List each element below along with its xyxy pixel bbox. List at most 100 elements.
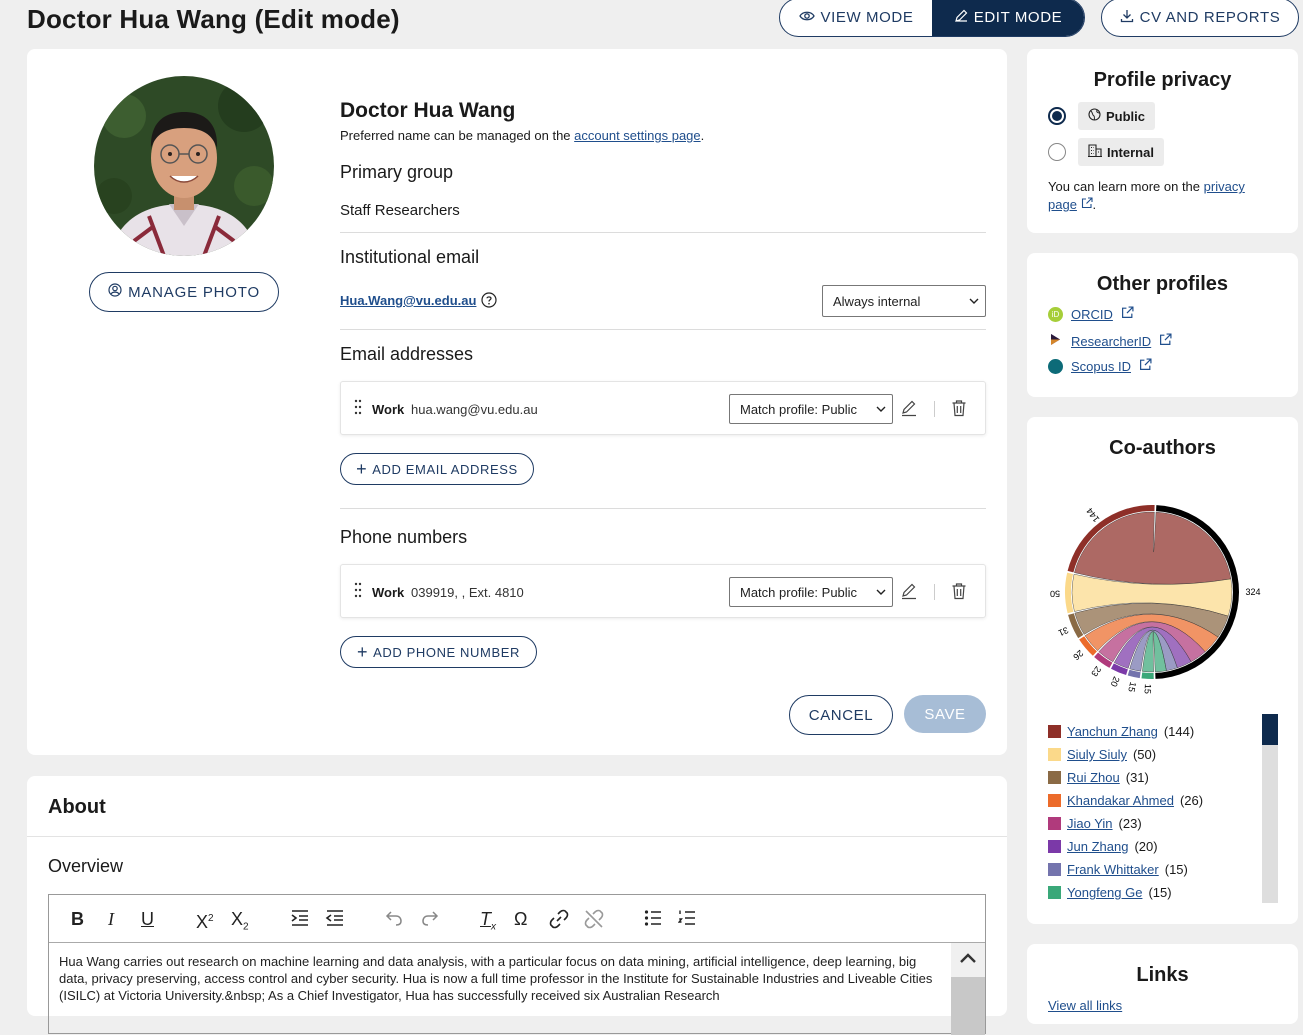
privacy-note-text: You can learn more on the bbox=[1048, 179, 1204, 194]
phone-visibility-select[interactable]: Match profile: Public bbox=[729, 577, 893, 607]
privacy-page-link[interactable]: page bbox=[1048, 197, 1077, 212]
coauthor-link[interactable]: Frank Whittaker bbox=[1067, 862, 1159, 877]
coauthor-link[interactable]: Siuly Siuly bbox=[1067, 747, 1127, 762]
public-option[interactable]: Public bbox=[1078, 102, 1156, 130]
legend-swatch bbox=[1048, 863, 1061, 876]
public-radio[interactable] bbox=[1048, 107, 1066, 125]
chevron-down-icon bbox=[876, 403, 886, 415]
scroll-thumb[interactable] bbox=[951, 977, 985, 1035]
save-button[interactable]: SAVE bbox=[904, 695, 986, 733]
scopus-link[interactable]: Scopus ID bbox=[1048, 358, 1152, 374]
orcid-label[interactable]: ORCID bbox=[1071, 307, 1113, 322]
chevron-down-icon bbox=[876, 586, 886, 598]
legend-scrollbar[interactable] bbox=[1262, 714, 1278, 903]
bold-icon[interactable]: B bbox=[71, 909, 84, 929]
editor-scrollbar[interactable] bbox=[951, 943, 985, 1035]
italic-icon[interactable]: I bbox=[108, 909, 114, 929]
chord-label: 20 bbox=[1109, 675, 1122, 688]
redo-icon[interactable] bbox=[421, 909, 439, 931]
edit-mode-button[interactable]: EDIT MODE bbox=[932, 0, 1084, 36]
email-addresses-heading: Email addresses bbox=[340, 344, 474, 364]
link-icon[interactable] bbox=[549, 909, 569, 933]
coauthor-link[interactable]: Jun Zhang bbox=[1067, 839, 1128, 854]
researcherid-link[interactable]: ResearcherID bbox=[1048, 332, 1172, 350]
researcherid-label[interactable]: ResearcherID bbox=[1071, 334, 1151, 349]
edit-pencil-icon[interactable] bbox=[901, 582, 917, 605]
manage-photo-button[interactable]: MANAGE PHOTO bbox=[89, 272, 279, 312]
phone-type: Work bbox=[372, 585, 405, 600]
chord-label: 23 bbox=[1089, 664, 1103, 678]
legend-swatch bbox=[1048, 886, 1061, 899]
indent-icon[interactable] bbox=[290, 909, 310, 931]
internal-option[interactable]: Internal bbox=[1078, 138, 1164, 166]
outdent-icon[interactable] bbox=[325, 909, 345, 931]
underline-icon[interactable]: U bbox=[141, 909, 154, 929]
rich-text-editor: B I U X2 X2 Tx Ω Hua Wang carries out re… bbox=[48, 894, 986, 1035]
undo-icon[interactable] bbox=[385, 909, 403, 931]
trash-icon[interactable] bbox=[951, 582, 967, 605]
chevron-up-icon[interactable] bbox=[959, 951, 977, 969]
preferred-name-end: . bbox=[700, 128, 705, 143]
numbered-list-icon[interactable] bbox=[677, 909, 696, 931]
profile-name: Doctor Hua Wang bbox=[340, 99, 516, 122]
coauthor-link[interactable]: Rui Zhou bbox=[1067, 770, 1120, 785]
add-email-button[interactable]: + ADD EMAIL ADDRESS bbox=[340, 453, 534, 485]
drag-handle-icon[interactable] bbox=[354, 582, 362, 603]
divider bbox=[340, 232, 986, 233]
about-heading: About bbox=[48, 796, 106, 818]
cancel-button[interactable]: CANCEL bbox=[789, 695, 893, 735]
account-settings-link[interactable]: account settings page bbox=[574, 128, 700, 143]
external-link-icon bbox=[1081, 197, 1093, 212]
profile-privacy-card: Profile privacy Public Internal You can … bbox=[1027, 49, 1298, 233]
bullet-list-icon[interactable] bbox=[644, 909, 662, 931]
email-visibility-select[interactable]: Match profile: Public bbox=[729, 394, 893, 424]
add-phone-button[interactable]: + ADD PHONE NUMBER bbox=[340, 636, 537, 668]
coauthor-link[interactable]: Yanchun Zhang bbox=[1067, 724, 1158, 739]
clear-format-icon[interactable]: Tx bbox=[480, 909, 496, 938]
download-icon bbox=[1120, 9, 1134, 27]
institutional-email-visibility-select[interactable]: Always internal bbox=[822, 285, 986, 317]
unlink-icon[interactable] bbox=[584, 909, 604, 933]
scroll-thumb[interactable] bbox=[1262, 714, 1278, 745]
links-card: Links View all links bbox=[1027, 944, 1298, 1024]
chord-label: 50 bbox=[1050, 589, 1060, 599]
scopus-icon bbox=[1048, 358, 1063, 374]
internal-radio[interactable] bbox=[1048, 143, 1066, 161]
phone-row: Work 039919, , Ext. 4810 Match profile: … bbox=[340, 564, 986, 618]
subscript-icon[interactable]: X2 bbox=[231, 909, 249, 938]
view-mode-button[interactable]: VIEW MODE bbox=[780, 0, 932, 36]
coauthor-chord-diagram: 144 50 3126 23 20 15 15 324 bbox=[1050, 505, 1261, 694]
external-link-icon bbox=[1121, 306, 1134, 322]
special-character-icon[interactable]: Ω bbox=[514, 909, 527, 929]
other-profiles-heading: Other profiles bbox=[1096, 273, 1229, 295]
divider bbox=[934, 584, 935, 600]
view-all-links[interactable]: View all links bbox=[1048, 998, 1122, 1013]
email-value: hua.wang@vu.edu.au bbox=[411, 402, 538, 417]
view-mode-label: VIEW MODE bbox=[820, 9, 914, 26]
privacy-link[interactable]: privacy bbox=[1204, 179, 1245, 194]
scopus-label[interactable]: Scopus ID bbox=[1071, 359, 1131, 374]
primary-group-heading: Primary group bbox=[340, 162, 454, 182]
visibility-value: Match profile: Public bbox=[740, 584, 858, 600]
help-icon[interactable] bbox=[481, 292, 497, 313]
divider bbox=[340, 508, 986, 509]
institutional-email-link[interactable]: Hua.Wang@vu.edu.au bbox=[340, 293, 476, 308]
coauthor-link[interactable]: Khandakar Ahmed bbox=[1067, 793, 1174, 808]
orcid-link[interactable]: iD ORCID bbox=[1048, 306, 1134, 322]
email-row: Work hua.wang@vu.edu.au Match profile: P… bbox=[340, 381, 986, 435]
eye-icon bbox=[798, 9, 815, 26]
researcherid-icon bbox=[1048, 332, 1063, 350]
edit-pencil-icon[interactable] bbox=[901, 399, 917, 422]
legend-swatch bbox=[1048, 817, 1061, 830]
cv-reports-button[interactable]: CV AND REPORTS bbox=[1101, 0, 1299, 37]
coauthor-link[interactable]: Yongfeng Ge bbox=[1067, 885, 1142, 900]
trash-icon[interactable] bbox=[951, 399, 967, 422]
legend-swatch bbox=[1048, 794, 1061, 807]
divider bbox=[340, 329, 986, 330]
divider bbox=[27, 836, 1007, 837]
building-icon bbox=[1088, 144, 1102, 160]
superscript-icon[interactable]: X2 bbox=[196, 909, 214, 932]
coauthor-link[interactable]: Jiao Yin bbox=[1067, 816, 1113, 831]
drag-handle-icon[interactable] bbox=[354, 399, 362, 420]
overview-text[interactable]: Hua Wang carries out research on machine… bbox=[59, 953, 939, 1004]
